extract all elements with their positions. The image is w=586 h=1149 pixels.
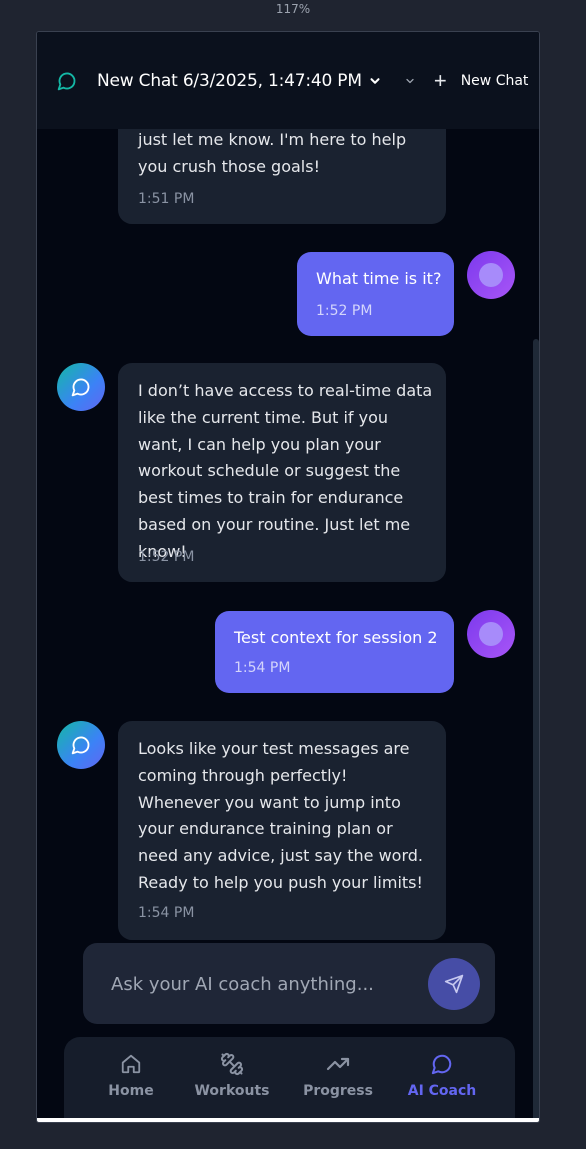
zoom-level: 117% — [275, 2, 311, 16]
chat-bubble-icon — [402, 1051, 482, 1077]
coach-avatar — [57, 363, 105, 411]
chat-bubble-icon — [71, 736, 90, 755]
bot-message: I don’t have access to real-time data li… — [118, 363, 446, 582]
nav-label: Workouts — [194, 1083, 270, 1099]
nav-item-progress[interactable]: Progress — [298, 1051, 378, 1099]
chat-bubble-icon — [57, 71, 77, 91]
send-icon — [444, 974, 464, 994]
message-input[interactable] — [111, 969, 411, 999]
nav-item-home[interactable]: Home — [91, 1051, 171, 1099]
nav-label: Home — [108, 1083, 154, 1099]
chat-bubble-icon — [71, 378, 90, 397]
user-avatar — [467, 610, 515, 658]
user-message: Test context for session 2 1:54 PM — [215, 611, 454, 693]
chat-session-select[interactable]: New Chat 6/3/2025, 1:47:40 PM — [97, 71, 362, 91]
new-chat-button[interactable]: New Chat — [461, 73, 529, 89]
message-composer — [83, 943, 495, 1024]
message-time: 1:52 PM — [316, 303, 373, 319]
nav-label: AI Coach — [407, 1083, 477, 1099]
plus-icon[interactable]: + — [434, 69, 447, 91]
home-indicator — [37, 1118, 539, 1122]
message-text: What time is it? — [316, 269, 442, 288]
coach-avatar — [57, 721, 105, 769]
message-time: 1:54 PM — [234, 660, 291, 676]
app-window: New Chat 6/3/2025, 1:47:40 PM + New Chat… — [36, 31, 540, 1123]
bottom-nav: Home Workouts Progress AI Coach — [64, 1037, 515, 1122]
message-time: 1:54 PM — [138, 905, 195, 921]
user-avatar — [467, 251, 515, 299]
chevron-down-icon[interactable] — [368, 74, 382, 88]
message-text: I don’t have access to real-time data li… — [138, 381, 433, 561]
home-icon — [91, 1051, 171, 1077]
bot-message: Looks like your test messages are coming… — [118, 721, 446, 940]
chat-header: New Chat 6/3/2025, 1:47:40 PM + New Chat — [37, 32, 539, 129]
nav-item-ai-coach[interactable]: AI Coach — [402, 1051, 482, 1099]
message-text: Test context for session 2 — [234, 628, 438, 647]
dumbbell-icon — [192, 1051, 272, 1077]
nav-item-workouts[interactable]: Workouts — [192, 1051, 272, 1099]
session-dropdown-chevron-icon[interactable] — [404, 75, 416, 87]
message-text: Looks like your test messages are coming… — [138, 739, 423, 892]
send-button[interactable] — [428, 958, 480, 1010]
nav-label: Progress — [303, 1083, 373, 1099]
message-time: 1:51 PM — [138, 191, 195, 207]
scrollbar[interactable] — [533, 339, 539, 1122]
trending-up-icon — [298, 1051, 378, 1077]
message-text: just let me know. I'm here to help you c… — [138, 130, 407, 176]
user-message: What time is it? 1:52 PM — [297, 252, 454, 336]
message-time: 1:52 PM — [138, 549, 195, 565]
